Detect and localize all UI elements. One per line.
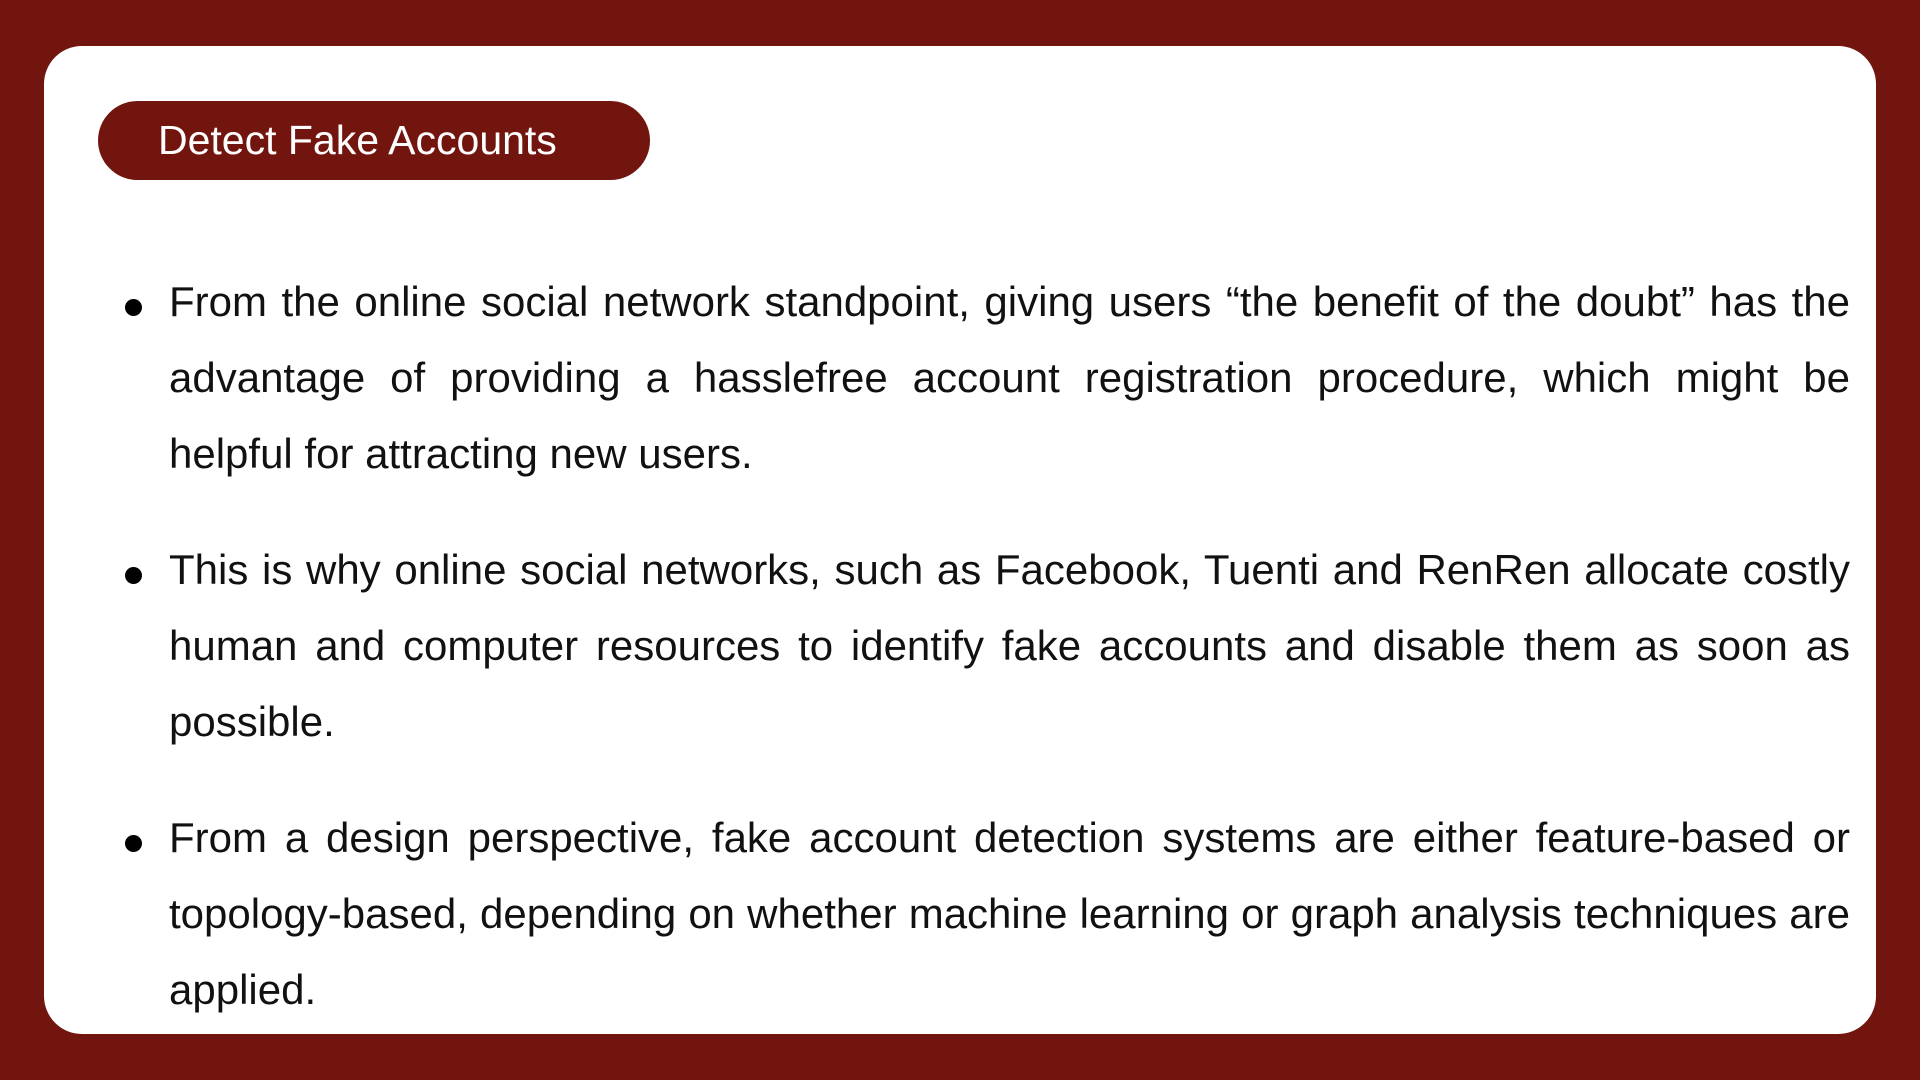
list-item: From the online social network standpoin…	[125, 264, 1850, 492]
bullet-text: From the online social network standpoin…	[169, 278, 1850, 477]
bullet-dot-icon	[125, 299, 142, 316]
list-item: From a design perspective, fake account …	[125, 800, 1850, 1028]
slide-card: Detect Fake Accounts From the online soc…	[44, 46, 1876, 1034]
bullet-dot-icon	[125, 835, 142, 852]
list-item: This is why online social networks, such…	[125, 532, 1850, 760]
bullet-dot-icon	[125, 567, 142, 584]
bullet-text: This is why online social networks, such…	[169, 546, 1850, 745]
bullet-list: From the online social network standpoin…	[125, 264, 1850, 1068]
bullet-text: From a design perspective, fake account …	[169, 814, 1850, 1013]
slide-title: Detect Fake Accounts	[98, 101, 650, 180]
